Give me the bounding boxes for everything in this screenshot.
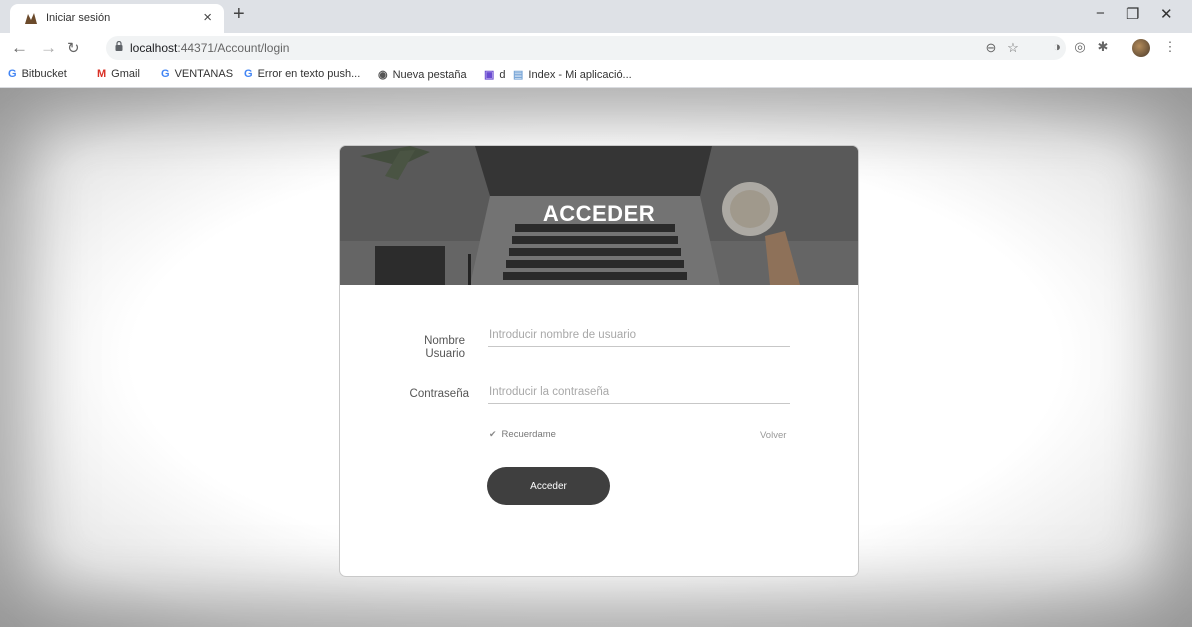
bookmark-star-icon[interactable]: ☆ <box>1006 41 1020 55</box>
tab-title: Iniciar sesión <box>46 12 111 24</box>
bookmark-index[interactable]: ▤ Index - Mi aplicació... <box>513 68 632 81</box>
checkmark-icon: ✔ <box>489 429 497 439</box>
address-bar[interactable]: localhost:44371/Account/login ⊖ ☆ <box>106 36 1066 60</box>
lock-icon <box>115 41 123 51</box>
bookmark-gmail[interactable]: M Gmail <box>97 68 140 80</box>
google-icon: G <box>161 68 170 80</box>
tab-strip: Iniciar sesión × + − ❐ ✕ <box>0 0 1192 33</box>
extension-icon[interactable]: ◑ <box>1050 40 1064 54</box>
bookmarks-bar: G Bitbucket M Gmail G VENTANAS G Error en te… <box>0 63 1192 88</box>
browser-toolbar: ← → ↻ localhost:44371/Account/login ⊖ ☆ … <box>0 33 1192 63</box>
password-input[interactable] <box>488 381 790 404</box>
profile-avatar[interactable] <box>1132 39 1150 57</box>
menu-kebab-icon[interactable]: ⋮ <box>1163 40 1177 54</box>
page-viewport: ACCEDER NombreUsuario Contraseña ✔ Recuer… <box>0 88 1192 627</box>
gmail-icon: M <box>97 68 107 80</box>
url-text: localhost:44371/Account/login <box>130 41 290 55</box>
page-icon: ▤ <box>513 69 524 81</box>
extensions-puzzle-icon[interactable]: ✱ <box>1096 40 1110 54</box>
forward-arrow-icon[interactable]: → <box>40 38 57 58</box>
password-label: Contraseña <box>409 388 469 400</box>
reload-icon[interactable]: ↻ <box>67 39 80 57</box>
extension-2-icon[interactable]: ◎ <box>1073 40 1087 54</box>
globe-icon: ◉ <box>378 69 388 81</box>
bookmark-error-texto[interactable]: G Error en texto push... <box>244 68 360 80</box>
username-input[interactable] <box>488 324 790 347</box>
bookmark-nueva-pestana[interactable]: ◉ Nueva pestaña <box>378 68 467 81</box>
new-tab-button[interactable]: + <box>233 3 245 26</box>
login-card: ACCEDER NombreUsuario Contraseña ✔ Recuer… <box>339 145 859 577</box>
minimize-button[interactable]: − <box>1096 5 1105 22</box>
login-header-image: ACCEDER <box>340 146 858 285</box>
remember-me-label: Recuerdame <box>501 429 556 440</box>
site-favicon-icon <box>25 13 37 24</box>
browser-tab[interactable]: Iniciar sesión × <box>10 4 224 33</box>
back-arrow-icon[interactable]: ← <box>11 38 28 58</box>
remember-me-checkbox[interactable]: ✔ Recuerdame <box>489 429 556 440</box>
back-link[interactable]: Volver <box>760 430 786 441</box>
google-icon: G <box>8 68 17 80</box>
zoom-icon[interactable]: ⊖ <box>984 41 998 55</box>
bookmark-d[interactable]: ▣ d <box>484 68 506 81</box>
tab-close-icon[interactable]: × <box>203 9 212 26</box>
login-submit-button[interactable]: Acceder <box>487 467 610 505</box>
shield-icon: ▣ <box>484 69 495 81</box>
login-title: ACCEDER <box>542 201 656 226</box>
bookmark-bitbucket[interactable]: G Bitbucket <box>8 68 67 80</box>
google-icon: G <box>244 68 253 80</box>
maximize-button[interactable]: ❐ <box>1126 5 1139 23</box>
bookmark-ventanas[interactable]: G VENTANAS <box>161 68 233 80</box>
close-window-button[interactable]: ✕ <box>1160 5 1173 23</box>
username-label: Nombre Usuario <box>424 335 465 360</box>
